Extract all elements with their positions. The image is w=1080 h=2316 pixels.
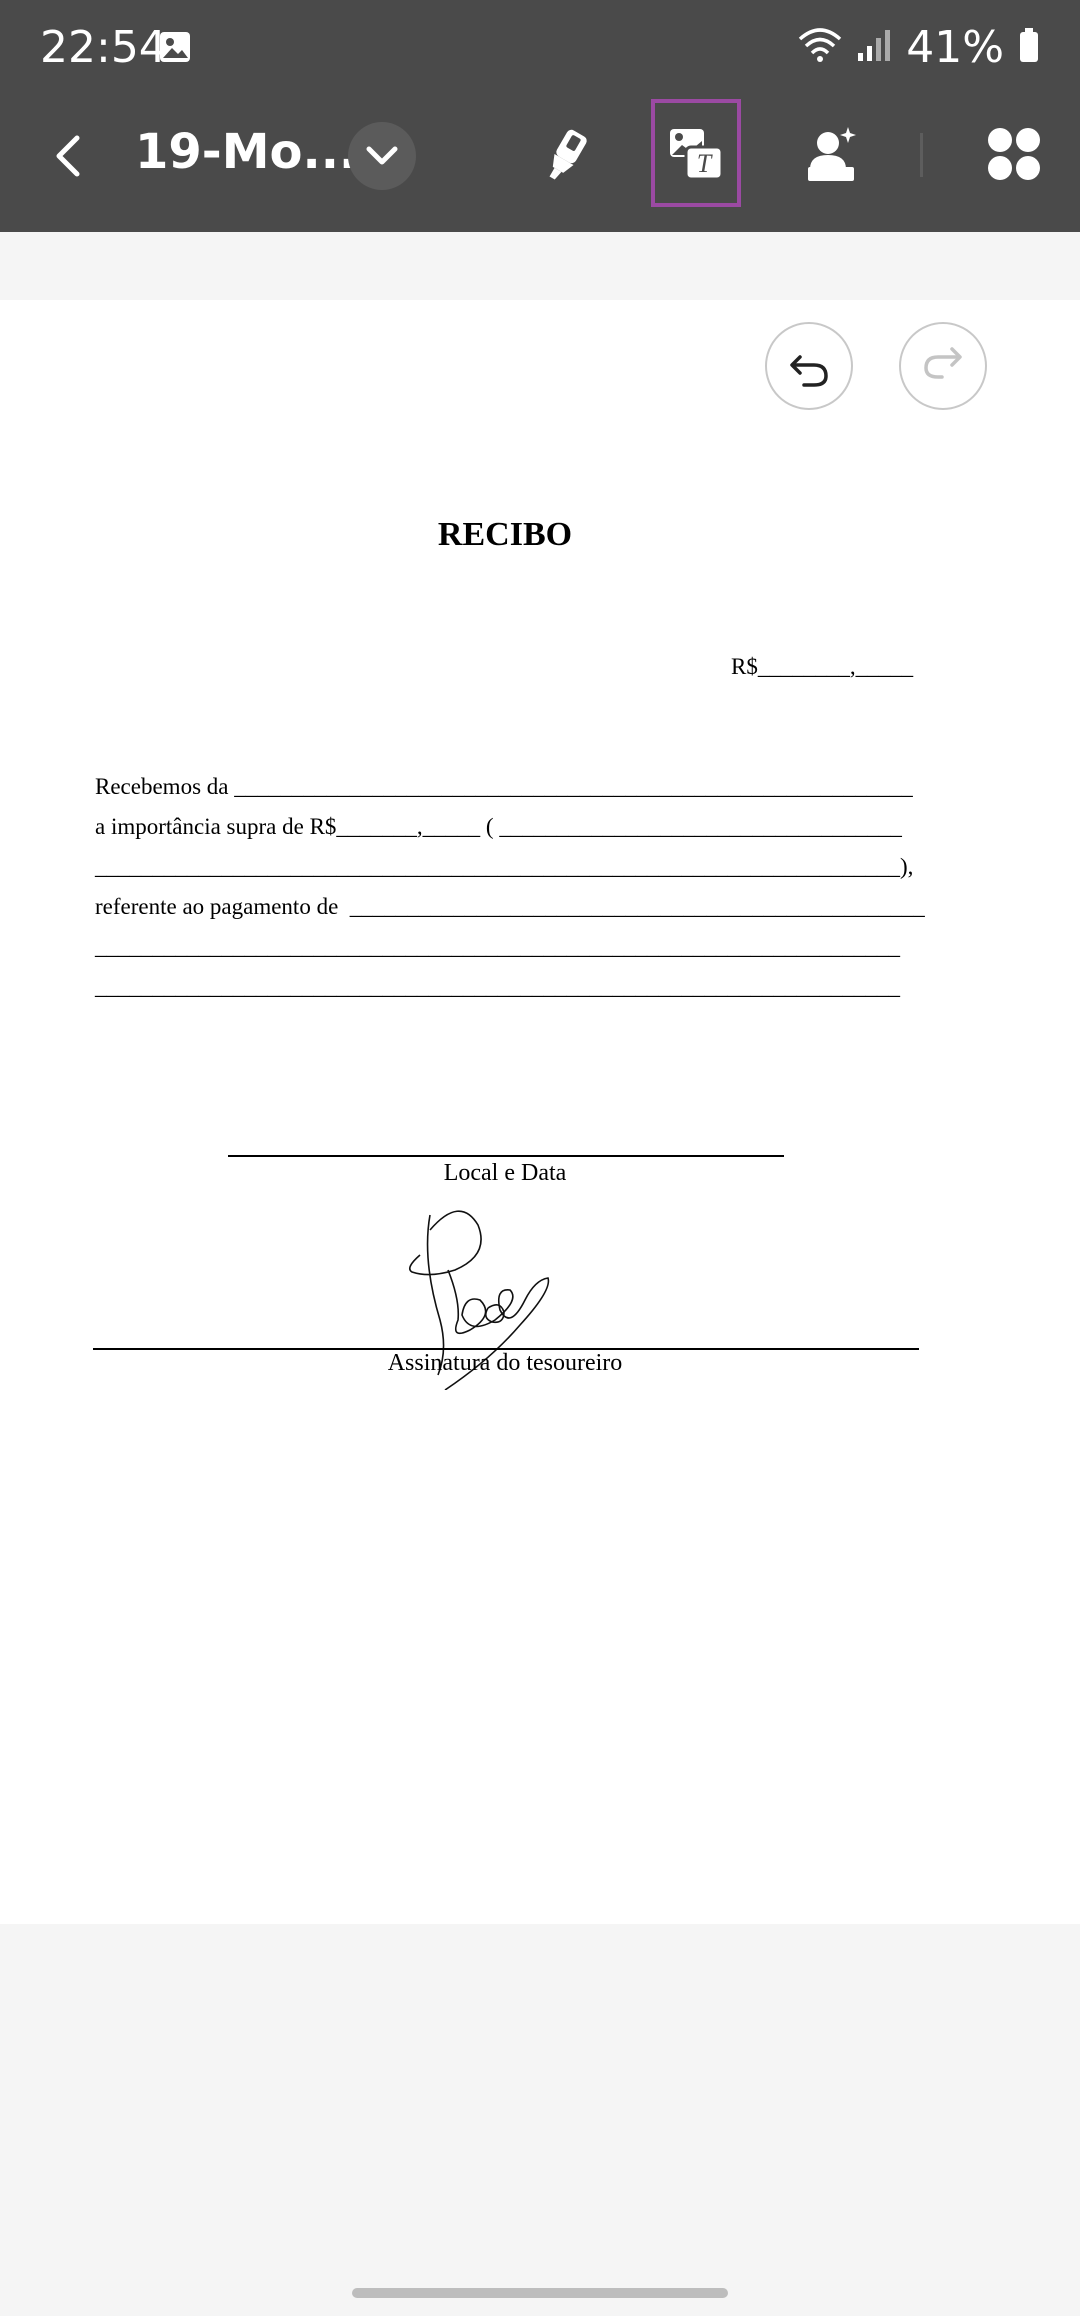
gallery-notification-icon	[158, 30, 192, 69]
home-indicator[interactable]	[352, 2288, 728, 2298]
document-title[interactable]: 19-Mo...	[135, 124, 357, 180]
body-line-5: ________________________________________…	[95, 934, 900, 959]
body-line-2: a importância supra de R$_______,_____ (…	[95, 814, 902, 839]
amount-line: R$________,_____	[731, 654, 914, 679]
signature-label: Assinatura do tesoureiro	[387, 1350, 623, 1376]
body-line-4: referente ao pagamento de ______________…	[95, 894, 925, 919]
document-title-recibo: RECIBO	[437, 516, 573, 553]
undo-icon	[790, 355, 828, 387]
apps-grid-icon	[988, 128, 1040, 180]
sign-stamp-tool[interactable]	[800, 122, 864, 186]
chevron-down-icon	[366, 146, 398, 165]
status-right: 41%	[798, 22, 1040, 73]
wifi-icon	[798, 25, 842, 70]
highlighter-icon	[549, 129, 587, 180]
title-dropdown-button[interactable]	[348, 122, 416, 190]
svg-text:T: T	[697, 149, 713, 178]
image-text-tool[interactable]: T	[664, 124, 728, 184]
toolbar-divider	[920, 133, 923, 177]
redo-button[interactable]	[899, 322, 987, 410]
highlighter-tool[interactable]	[536, 122, 596, 190]
local-data-line	[228, 1155, 784, 1157]
battery-icon	[1018, 27, 1040, 68]
body-line-1: Recebemos da ___________________________…	[95, 774, 913, 799]
back-arrow-icon	[56, 135, 80, 177]
image-text-icon: T	[670, 129, 724, 181]
redo-icon	[924, 347, 962, 379]
status-time: 22:54	[40, 22, 167, 73]
battery-percent: 41%	[906, 22, 1004, 73]
local-data-label: Local e Data	[443, 1160, 567, 1186]
body-line-6: ________________________________________…	[95, 974, 900, 999]
undo-button[interactable]	[765, 322, 853, 410]
apps-menu-button[interactable]	[984, 124, 1044, 184]
back-button[interactable]	[46, 128, 90, 184]
sign-stamp-icon	[808, 127, 856, 181]
signal-icon	[856, 27, 892, 68]
body-line-3: ________________________________________…	[95, 854, 914, 879]
top-toolbar: 22:54 41% 19-Mo... T	[0, 0, 1080, 232]
